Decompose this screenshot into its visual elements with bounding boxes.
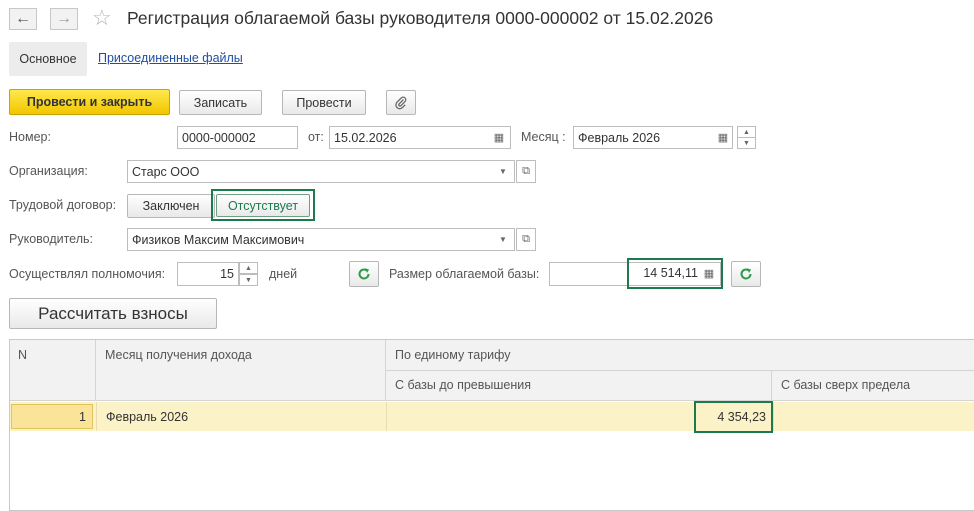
refresh-icon xyxy=(740,268,752,280)
column-header-above-label: С базы сверх предела xyxy=(781,378,911,392)
organization-dropdown-icon[interactable]: ▼ xyxy=(494,162,512,181)
refresh-base-button[interactable] xyxy=(731,261,761,287)
chevron-down-icon: ▼ xyxy=(743,139,750,147)
powers-value: 15 xyxy=(220,267,234,281)
row-below-value-highlight: 4 354,23 xyxy=(694,401,773,433)
save-button[interactable]: Записать xyxy=(179,90,262,115)
contract-absent-option[interactable]: Отсутствует xyxy=(216,194,310,217)
organization-field[interactable]: Старс ООО xyxy=(127,160,515,183)
post-button[interactable]: Провести xyxy=(282,90,366,115)
organization-open-button[interactable]: ⧉ xyxy=(516,160,536,183)
save-label: Записать xyxy=(193,95,248,110)
row-n-value: 1 xyxy=(79,409,86,424)
powers-down-button[interactable]: ▼ xyxy=(239,274,258,286)
contract-absent-label: Отсутствует xyxy=(227,198,299,213)
row-below-value: 4 354,23 xyxy=(717,410,766,424)
date-value: 15.02.2026 xyxy=(334,130,397,145)
row-month-value: Февраль 2026 xyxy=(106,409,189,424)
date-label: от: xyxy=(308,130,324,144)
month-field[interactable]: Февраль 2026 xyxy=(573,126,733,149)
refresh-icon xyxy=(358,268,370,280)
head-label: Руководитель: xyxy=(9,232,94,246)
base-label: Размер облагаемой базы: xyxy=(389,267,540,281)
open-icon: ⧉ xyxy=(522,233,530,245)
post-and-close-button[interactable]: Провести и закрыть xyxy=(9,89,170,115)
organization-label: Организация: xyxy=(9,164,88,178)
column-header-month-label: Месяц получения дохода xyxy=(105,348,252,362)
month-value: Февраль 2026 xyxy=(578,130,661,145)
head-field[interactable]: Физиков Максим Максимович xyxy=(127,228,515,251)
tab-main[interactable]: Основное xyxy=(9,42,87,76)
open-icon: ⧉ xyxy=(522,165,530,177)
row-n-cell[interactable]: 1 xyxy=(11,404,93,429)
arrow-right-icon: → xyxy=(56,10,72,27)
column-header-n[interactable]: N xyxy=(10,340,96,401)
head-open-button[interactable]: ⧉ xyxy=(516,228,536,251)
paperclip-icon xyxy=(395,96,407,109)
calculate-contributions-button[interactable]: Рассчитать взносы xyxy=(9,298,217,329)
back-button[interactable]: ← xyxy=(9,8,37,30)
forward-button[interactable]: → xyxy=(50,8,78,30)
powers-up-button[interactable]: ▲ xyxy=(239,262,258,274)
arrow-left-icon: ← xyxy=(15,10,31,27)
column-header-n-label: N xyxy=(18,348,28,362)
attach-button[interactable] xyxy=(386,90,416,115)
month-calendar-icon[interactable]: ▦ xyxy=(714,128,732,147)
contract-concluded-label: Заключен xyxy=(142,199,200,213)
base-value: 14 514,11 xyxy=(643,266,698,280)
number-field[interactable]: 0000-000002 xyxy=(177,126,298,149)
number-label: Номер: xyxy=(9,130,51,144)
head-dropdown-icon[interactable]: ▼ xyxy=(494,230,512,249)
contract-label: Трудовой договор: xyxy=(9,198,117,212)
chevron-up-icon: ▲ xyxy=(245,264,252,272)
column-group-header-single-rate[interactable]: По единому тарифу xyxy=(386,340,974,371)
head-value: Физиков Максим Максимович xyxy=(132,232,305,247)
refresh-powers-button[interactable] xyxy=(349,261,379,287)
tab-main-label: Основное xyxy=(19,52,77,66)
column-header-below-label: С базы до превышения xyxy=(395,378,532,392)
calendar-icon[interactable]: ▦ xyxy=(490,128,508,147)
post-and-close-label: Провести и закрыть xyxy=(26,95,153,109)
date-field[interactable]: 15.02.2026 xyxy=(329,126,511,149)
column-group-header-label: По единому тарифу xyxy=(395,348,511,362)
chevron-down-icon: ▼ xyxy=(245,276,252,284)
month-label: Месяц : xyxy=(521,130,566,144)
page-title: Регистрация облагаемой базы руководителя… xyxy=(127,8,714,28)
calculator-icon[interactable]: ▦ xyxy=(700,264,718,283)
column-header-above-limit[interactable]: С базы сверх предела xyxy=(772,371,974,401)
column-header-below-limit[interactable]: С базы до превышения xyxy=(386,371,772,401)
calculate-contributions-label: Рассчитать взносы xyxy=(38,303,188,323)
days-label: дней xyxy=(269,267,298,281)
row-above-cell[interactable] xyxy=(773,402,974,431)
row-month-cell[interactable]: Февраль 2026 xyxy=(96,402,386,431)
post-label: Провести xyxy=(296,95,352,110)
organization-value: Старс ООО xyxy=(132,164,200,179)
chevron-up-icon: ▲ xyxy=(743,128,750,136)
star-icon[interactable]: ☆ xyxy=(92,5,112,31)
powers-field[interactable]: 15 xyxy=(177,262,239,286)
number-value: 0000-000002 xyxy=(182,130,256,145)
powers-label: Осуществлял полномочия: xyxy=(9,267,166,281)
tab-attached-files[interactable]: Присоединенные файлы xyxy=(98,51,243,65)
contract-concluded-option[interactable]: Заключен xyxy=(127,194,215,218)
column-header-month[interactable]: Месяц получения дохода xyxy=(96,340,386,401)
month-down-button[interactable]: ▼ xyxy=(737,137,756,149)
